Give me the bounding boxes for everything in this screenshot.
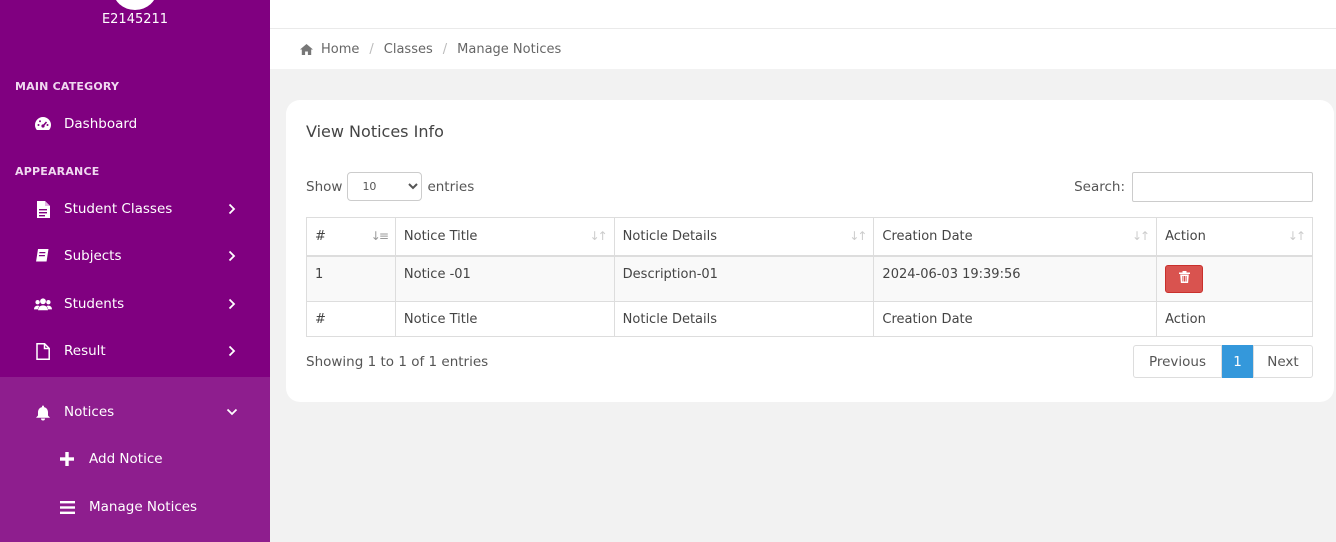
users-icon	[34, 295, 52, 313]
entries-info: Showing 1 to 1 of 1 entries	[306, 354, 489, 370]
chevron-right-icon	[226, 345, 238, 357]
breadcrumb-separator: /	[442, 41, 448, 57]
table-header-row: # ↓≡ Notice Title ↓↑ Noticle Details ↓↑ Cre…	[306, 217, 1313, 257]
plus-icon	[58, 450, 76, 468]
sidebar-item-students[interactable]: Students	[0, 284, 270, 324]
sidebar-item-subjects[interactable]: Subjects	[0, 236, 270, 276]
sidebar-item-result[interactable]: Result	[0, 331, 270, 371]
search-label: Search:	[1074, 179, 1125, 195]
sidebar-item-add-notice[interactable]: Add Notice	[0, 439, 270, 479]
chevron-down-icon	[226, 406, 238, 418]
file-icon	[34, 200, 52, 218]
sidebar-item-label: Result	[64, 343, 106, 359]
previous-button[interactable]: Previous	[1133, 345, 1222, 378]
sort-icon: ↓↑	[589, 229, 608, 243]
column-header-action[interactable]: Action ↓↑	[1156, 217, 1313, 257]
footer-details: Noticle Details	[613, 301, 875, 337]
sidebar-item-label: Notices	[64, 404, 115, 420]
chevron-right-icon	[226, 203, 238, 215]
sidebar-item-manage-notices[interactable]: Manage Notices	[0, 487, 270, 527]
column-header-number[interactable]: # ↓≡	[306, 217, 396, 257]
search-input[interactable]	[1132, 172, 1313, 202]
page-size-control: Show 10 entries	[306, 172, 474, 201]
cell-title: Notice -01	[394, 255, 615, 302]
bars-icon	[58, 498, 76, 516]
footer-action: Action	[1156, 301, 1313, 337]
entries-label: entries	[427, 178, 475, 195]
section-main-category: MAIN CATEGORY	[15, 80, 120, 93]
sidebar-item-notices[interactable]: Notices	[0, 392, 270, 432]
sidebar-item-student-classes[interactable]: Student Classes	[0, 189, 270, 229]
file-outline-icon	[34, 342, 52, 360]
cell-date: 2024-06-03 19:39:56	[873, 255, 1158, 302]
sidebar: E2145211 MAIN CATEGORY Dashboard APPEARA…	[0, 0, 270, 542]
next-button[interactable]: Next	[1253, 345, 1313, 378]
show-label: Show	[306, 178, 343, 195]
sidebar-item-dashboard[interactable]: Dashboard	[0, 104, 270, 144]
chevron-right-icon	[226, 250, 238, 262]
breadcrumb-current: Manage Notices	[457, 41, 562, 57]
sort-icon: ↓↑	[1132, 229, 1150, 243]
book-icon	[34, 247, 52, 265]
user-id: E2145211	[101, 12, 169, 27]
sort-icon: ↓↑	[849, 229, 867, 243]
chevron-right-icon	[226, 298, 238, 310]
cell-number: 1	[306, 255, 396, 302]
footer-title: Notice Title	[394, 301, 615, 337]
sidebar-item-label: Students	[64, 296, 125, 312]
footer-date: Creation Date	[873, 301, 1158, 337]
pagination: Previous 1 Next	[1133, 345, 1313, 378]
trash-icon	[1178, 270, 1190, 287]
dashboard-icon	[34, 115, 52, 133]
avatar	[113, 0, 157, 10]
notices-table: # ↓≡ Notice Title ↓↑ Noticle Details ↓↑ Cre…	[306, 217, 1313, 337]
page-size-select[interactable]: 10	[347, 172, 423, 201]
footer-number: #	[306, 301, 396, 337]
top-header	[270, 0, 1336, 29]
table-footer-row: # Notice Title Noticle Details Creation …	[306, 301, 1313, 337]
card-title: View Notices Info	[306, 122, 444, 141]
section-appearance: APPEARANCE	[15, 165, 100, 178]
sort-asc-icon: ↓≡	[370, 229, 389, 243]
delete-button[interactable]	[1165, 264, 1204, 293]
cell-action	[1156, 255, 1313, 302]
bell-icon	[34, 403, 52, 421]
notices-submenu: Notices Add Notice Manage Notices	[0, 377, 270, 542]
sidebar-item-label: Dashboard	[64, 116, 138, 132]
sidebar-item-label: Add Notice	[89, 451, 163, 467]
notices-card: View Notices Info Show 10 entries Search…	[286, 100, 1334, 402]
home-icon	[300, 43, 313, 55]
cell-details: Description-01	[613, 255, 875, 302]
column-header-date[interactable]: Creation Date ↓↑	[873, 217, 1158, 257]
breadcrumb-home[interactable]: Home	[321, 42, 359, 57]
sidebar-item-label: Subjects	[64, 248, 122, 264]
search-control: Search:	[1074, 172, 1313, 202]
sidebar-item-label: Student Classes	[64, 201, 173, 217]
breadcrumb-classes[interactable]: Classes	[384, 42, 433, 57]
table-row: 1 Notice -01 Description-01 2024-06-03 1…	[306, 255, 1313, 302]
column-header-title[interactable]: Notice Title ↓↑	[394, 217, 615, 257]
breadcrumb: Home / Classes / Manage Notices	[270, 29, 1336, 69]
sidebar-item-label: Manage Notices	[89, 499, 198, 515]
column-header-details[interactable]: Noticle Details ↓↑	[613, 217, 875, 257]
breadcrumb-separator: /	[369, 41, 374, 57]
sort-icon: ↓↑	[1287, 229, 1306, 243]
page-button-1[interactable]: 1	[1222, 345, 1253, 378]
